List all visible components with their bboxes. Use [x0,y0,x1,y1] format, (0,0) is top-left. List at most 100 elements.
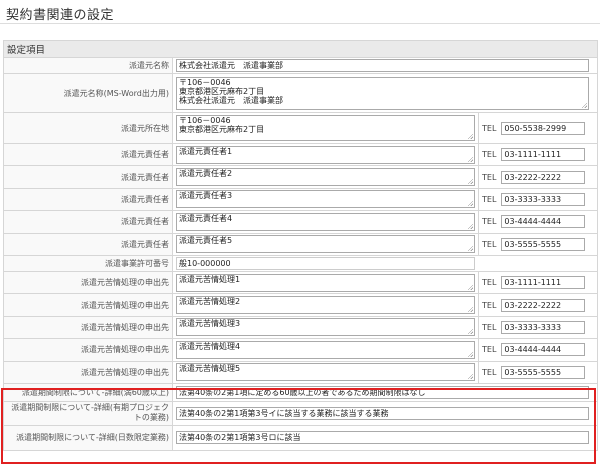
field-label: 派遣期間制限について-詳細(日数限定業務) [3,424,173,451]
tel-input[interactable]: 03-2222-2222 [501,298,586,312]
resize-grip-icon[interactable] [467,306,473,313]
resize-grip-icon[interactable] [467,178,473,185]
tel-label: TEL [482,322,497,332]
resize-grip-icon[interactable] [467,245,473,252]
tel-input[interactable]: 03-4444-4444 [501,215,586,229]
tel-label: TEL [482,345,497,355]
row-kujo-shori: 派遣元苦情処理の申出先 派遣元苦情処理1 TEL 03-1111-1111 [3,270,599,295]
row-kujo-shori: 派遣元苦情処理の申出先 派遣元苦情処理4 TEL 03-4444-4444 [3,338,599,362]
field-label: 派遣元責任者 [3,210,173,234]
field-label: 派遣元苦情処理の申出先 [3,293,173,317]
field-label: 派遣元名称 [3,57,173,74]
field-label: 派遣元苦情処理の申出先 [3,270,173,295]
tel-label: TEL [482,367,497,377]
resize-grip-icon[interactable] [467,200,473,207]
field-label: 派遣元責任者 [3,165,173,189]
sekininsha-textarea[interactable]: 派遣元責任者2 [176,168,475,187]
row-kujo-shori: 派遣元苦情処理の申出先 派遣元苦情処理5 TEL 03-5555-5555 [3,360,599,384]
title-divider [0,23,600,24]
field-label: 派遣期間制限について-詳細(有期プロジェクトの業務) [3,400,173,426]
sekininsha-textarea[interactable]: 派遣元責任者3 [176,190,475,209]
row-haken-moto-name: 派遣元名称 株式会社派遣元 派遣事業部 [3,57,599,74]
tel-label: TEL [482,194,497,204]
row-haken-moto-address: 派遣元所在地 〒106－0046 東京都港区元麻布2丁目 TEL 050-553… [3,112,599,144]
row-kujo-shori: 派遣元苦情処理の申出先 派遣元苦情処理3 TEL 03-3333-3333 [3,315,599,340]
tel-input[interactable]: 03-3333-3333 [501,320,586,334]
textarea-value: 派遣元責任者3 [179,191,233,201]
tel-input[interactable]: 050-5538-2999 [501,121,586,135]
tel-input[interactable]: 03-4444-4444 [501,343,586,357]
field-label: 派遣元責任者 [3,232,173,256]
textarea-value: 派遣元責任者1 [179,146,233,156]
field-label: 派遣事業許可番号 [3,254,173,272]
tel-input[interactable]: 03-1111-1111 [501,148,586,162]
tel-label: TEL [482,239,497,249]
tel-label: TEL [482,172,497,182]
textarea-value: 派遣元苦情処理2 [179,297,241,307]
row-haken-moto-sekininsha: 派遣元責任者 派遣元責任者1 TEL 03-1111-1111 [3,142,599,167]
field-label: 派遣元所在地 [3,112,173,144]
field-label: 派遣元苦情処理の申出先 [3,315,173,340]
settings-table: 設定項目 派遣元名称 株式会社派遣元 派遣事業部 派遣元名称(MS-Word出力… [2,40,599,451]
textarea-value: 派遣元責任者5 [179,236,233,246]
tel-input[interactable]: 03-3333-3333 [501,192,586,206]
resize-grip-icon[interactable] [467,222,473,229]
row-kikan-seigen-project: 派遣期間制限について-詳細(有期プロジェクトの業務) 法第40条の2第1項第3号… [3,400,599,426]
textarea-value: 派遣元苦情処理5 [179,364,241,374]
row-haken-moto-sekininsha: 派遣元責任者 派遣元責任者5 TEL 03-5555-5555 [3,232,599,256]
resize-grip-icon[interactable] [467,133,473,139]
resize-grip-icon[interactable] [467,350,473,357]
tel-input[interactable]: 03-2222-2222 [501,170,586,184]
field-label: 派遣元苦情処理の申出先 [3,338,173,362]
textarea-line: 東京都港区元麻布2丁目 [179,86,265,96]
resize-grip-icon[interactable] [467,283,473,290]
tel-label: TEL [482,278,497,288]
textarea-value: 派遣元責任者2 [179,169,233,179]
resize-grip-icon[interactable] [467,328,473,335]
field-label: 派遣期間制限について-詳細(満60歳以上) [3,382,173,402]
tel-label: TEL [482,217,497,227]
row-kyoka-bango: 派遣事業許可番号 般10-000000 [3,254,599,272]
kyoka-bango-input[interactable]: 般10-000000 [176,256,475,270]
row-haken-moto-sekininsha: 派遣元責任者 派遣元責任者2 TEL 03-2222-2222 [3,165,599,189]
kujo-shori-textarea[interactable]: 派遣元苦情処理3 [176,318,475,337]
textarea-value: 派遣元苦情処理3 [179,319,241,329]
haken-moto-name-msword-textarea[interactable]: 〒106－0046 東京都港区元麻布2丁目 株式会社派遣元 派遣事業部 [176,76,589,110]
kujo-shori-textarea[interactable]: 派遣元苦情処理2 [176,296,475,315]
tel-input[interactable]: 03-1111-1111 [501,276,586,290]
kujo-shori-textarea[interactable]: 派遣元苦情処理4 [176,340,475,359]
textarea-line: 東京都港区元麻布2丁目 [179,125,265,134]
kikan-seigen-project-input[interactable]: 法第40条の2第1項第3号イに該当する業務に該当する業務 [176,406,589,420]
tel-input[interactable]: 03-5555-5555 [501,365,586,379]
textarea-line: 〒106－0046 [179,77,231,87]
row-kujo-shori: 派遣元苦情処理の申出先 派遣元苦情処理2 TEL 03-2222-2222 [3,293,599,317]
kikan-seigen-nissu-input[interactable]: 法第40条の2第1項第3号ロに該当 [176,431,589,445]
haken-moto-address-textarea[interactable]: 〒106－0046 東京都港区元麻布2丁目 [176,115,475,141]
kujo-shori-textarea[interactable]: 派遣元苦情処理5 [176,363,475,382]
section-header: 設定項目 [2,40,599,58]
textarea-line: 株式会社派遣元 派遣事業部 [179,95,283,105]
field-label: 派遣元名称(MS-Word出力用) [3,73,173,113]
field-label: 派遣元苦情処理の申出先 [3,360,173,384]
textarea-line: 〒106－0046 [179,116,231,125]
field-label: 派遣元責任者 [3,142,173,167]
field-label: 派遣元責任者 [3,187,173,212]
textarea-value: 派遣元責任者4 [179,213,233,223]
row-haken-moto-sekininsha: 派遣元責任者 派遣元責任者4 TEL 03-4444-4444 [3,210,599,234]
haken-moto-name-input[interactable]: 株式会社派遣元 派遣事業部 [176,59,589,72]
textarea-value: 派遣元苦情処理4 [179,341,241,351]
section-header-row: 設定項目 [2,40,599,58]
sekininsha-textarea[interactable]: 派遣元責任者1 [176,145,475,164]
row-kikan-seigen-nissu: 派遣期間制限について-詳細(日数限定業務) 法第40条の2第1項第3号ロに該当 [3,424,599,451]
row-haken-moto-name-msword: 派遣元名称(MS-Word出力用) 〒106－0046 東京都港区元麻布2丁目 … [3,73,599,113]
kujo-shori-textarea[interactable]: 派遣元苦情処理1 [176,273,475,292]
resize-grip-icon[interactable] [581,101,587,108]
sekininsha-textarea[interactable]: 派遣元責任者4 [176,212,475,231]
sekininsha-textarea[interactable]: 派遣元責任者5 [176,235,475,254]
kikan-seigen-60-input[interactable]: 法第40条の2第1項に定める60歳以上の者であるため期間制限はなし [176,385,589,399]
tel-input[interactable]: 03-5555-5555 [501,237,586,251]
row-kikan-seigen-60: 派遣期間制限について-詳細(満60歳以上) 法第40条の2第1項に定める60歳以… [3,382,599,402]
resize-grip-icon[interactable] [467,155,473,162]
resize-grip-icon[interactable] [467,373,473,380]
tel-label: TEL [482,123,497,133]
